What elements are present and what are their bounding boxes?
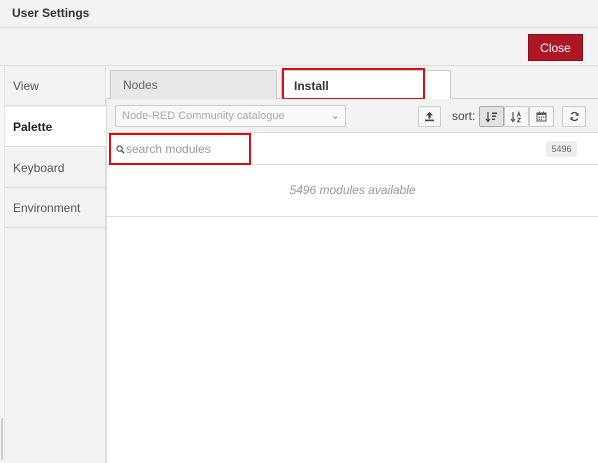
sort-relevance-button[interactable] — [479, 106, 504, 127]
sort-alpha-button[interactable] — [504, 106, 529, 127]
refresh-icon — [569, 111, 579, 122]
sidebar-item-environment[interactable]: Environment — [5, 188, 105, 228]
search-input[interactable] — [126, 139, 246, 159]
action-bar — [0, 28, 598, 66]
results-divider — [107, 216, 598, 217]
close-button[interactable]: Close — [528, 34, 583, 61]
tab-install[interactable]: Install — [281, 70, 451, 100]
upload-icon — [425, 112, 434, 122]
sidebar-item-view[interactable]: View — [5, 66, 105, 106]
sort-date-button[interactable] — [529, 106, 554, 127]
title-bar: User Settings — [0, 0, 598, 28]
modules-available-text: 5496 modules available — [289, 183, 416, 197]
module-count-badge: 5496 — [546, 141, 577, 157]
search-icon — [116, 145, 125, 154]
sort-relevance-icon — [485, 111, 497, 122]
sidebar-item-label: Keyboard — [13, 160, 65, 175]
window-title: User Settings — [12, 6, 90, 20]
sidebar-item-label: View — [13, 78, 39, 93]
sort-label: sort: — [452, 109, 476, 123]
refresh-button[interactable] — [562, 106, 586, 127]
sidebar-item-label: Environment — [13, 200, 81, 215]
tab-label: Install — [294, 78, 329, 93]
settings-sidebar: View Palette Keyboard Environment — [5, 66, 106, 463]
sidebar-item-palette[interactable]: Palette — [5, 107, 106, 147]
calendar-icon — [536, 111, 547, 122]
upload-button[interactable] — [418, 106, 441, 127]
sort-alpha-icon — [510, 110, 522, 122]
chevron-down-icon: ⌄ — [330, 110, 340, 122]
resize-grip[interactable] — [1, 418, 3, 460]
tab-label: Nodes — [123, 78, 158, 92]
tab-nodes[interactable]: Nodes — [110, 70, 277, 99]
catalog-select[interactable]: Node-RED Community catalogue ⌄ — [115, 105, 346, 127]
sidebar-item-label: Palette — [13, 119, 53, 134]
catalog-select-value: Node-RED Community catalogue — [122, 110, 285, 122]
sidebar-item-keyboard[interactable]: Keyboard — [5, 148, 105, 188]
